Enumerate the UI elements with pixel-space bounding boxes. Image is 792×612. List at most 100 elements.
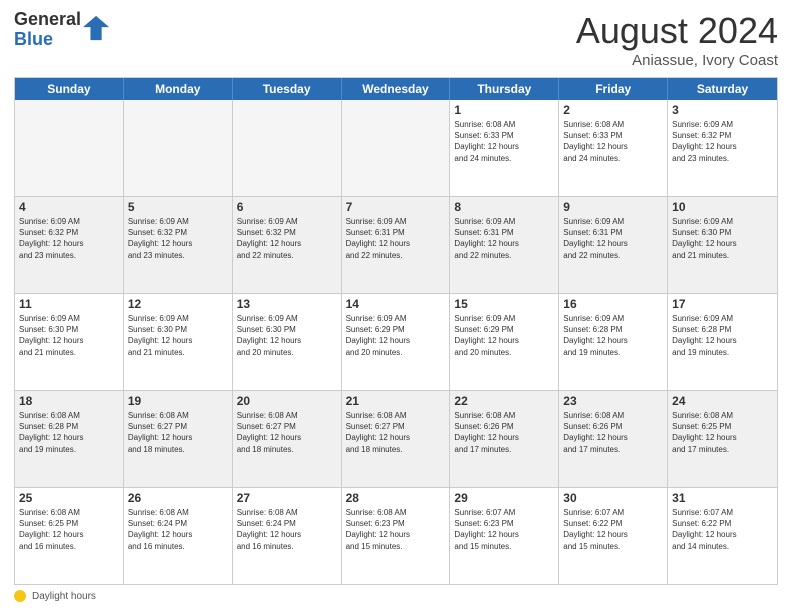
day-number: 2 <box>563 103 663 117</box>
day-number: 10 <box>672 200 773 214</box>
header: General Blue August 2024 Aniassue, Ivory… <box>14 10 778 69</box>
calendar-cell: 13Sunrise: 6:09 AM Sunset: 6:30 PM Dayli… <box>233 294 342 390</box>
logo-icon <box>83 14 111 42</box>
calendar-cell: 1Sunrise: 6:08 AM Sunset: 6:33 PM Daylig… <box>450 100 559 196</box>
calendar-row: 1 Sunrise: 6:08 AM Sunset: 6:33 PM Daylig… <box>15 100 777 197</box>
calendar: SundayMondayTuesdayWednesdayThursdayFrid… <box>14 77 778 585</box>
day-number: 19 <box>128 394 228 408</box>
calendar-cell: 11Sunrise: 6:09 AM Sunset: 6:30 PM Dayli… <box>15 294 124 390</box>
day-number: 24 <box>672 394 773 408</box>
logo-blue: Blue <box>14 30 81 50</box>
header-day: Saturday <box>668 78 777 100</box>
day-number: 20 <box>237 394 337 408</box>
calendar-cell: 29 Sunrise: 6:07 AM Sunset: 6:23 PM Dayli… <box>450 488 559 584</box>
day-number: 5 <box>128 200 228 214</box>
day-number: 29 <box>454 491 554 505</box>
calendar-cell: 14 Sunrise: 6:09 AM Sunset: 6:29 PM Dayli… <box>342 294 451 390</box>
day-number: 30 <box>563 491 663 505</box>
calendar-cell: 16 Sunrise: 6:09 AM Sunset: 6:28 PM Dayli… <box>559 294 668 390</box>
day-number: 25 <box>19 491 119 505</box>
day-number: 28 <box>346 491 446 505</box>
day-info: Sunrise: 6:09 AM Sunset: 6:32 PM Dayligh… <box>128 216 228 261</box>
header-day: Monday <box>124 78 233 100</box>
day-number: 11 <box>19 297 119 311</box>
day-info: Sunrise: 6:09 AM Sunset: 6:32 PM Dayligh… <box>237 216 337 261</box>
day-number: 8 <box>454 200 554 214</box>
calendar-cell: 3 Sunrise: 6:09 AM Sunset: 6:32 PM Daylig… <box>668 100 777 196</box>
day-info: Sunrise: 6:07 AM Sunset: 6:22 PM Dayligh… <box>563 507 663 552</box>
calendar-cell: 25 Sunrise: 6:08 AM Sunset: 6:25 PM Dayli… <box>15 488 124 584</box>
day-info: Sunrise: 6:07 AM Sunset: 6:23 PM Dayligh… <box>454 507 554 552</box>
logo-general: General <box>14 10 81 30</box>
day-info: Sunrise: 6:09 AM Sunset: 6:30 PM Dayligh… <box>672 216 773 261</box>
day-number: 18 <box>19 394 119 408</box>
sun-icon <box>14 590 26 602</box>
calendar-cell: 18Sunrise: 6:08 AM Sunset: 6:28 PM Dayli… <box>15 391 124 487</box>
calendar-cell: 22 Sunrise: 6:08 AM Sunset: 6:26 PM Dayli… <box>450 391 559 487</box>
day-number: 17 <box>672 297 773 311</box>
header-day: Tuesday <box>233 78 342 100</box>
day-number: 23 <box>563 394 663 408</box>
header-day: Friday <box>559 78 668 100</box>
day-number: 3 <box>672 103 773 117</box>
day-info: Sunrise: 6:08 AM Sunset: 6:25 PM Dayligh… <box>672 410 773 455</box>
day-info: Sunrise: 6:09 AM Sunset: 6:30 PM Dayligh… <box>128 313 228 358</box>
logo: General Blue <box>14 10 111 50</box>
day-info: Sunrise: 6:09 AM Sunset: 6:30 PM Dayligh… <box>237 313 337 358</box>
calendar-cell: 30 Sunrise: 6:07 AM Sunset: 6:22 PM Dayli… <box>559 488 668 584</box>
day-info: Sunrise: 6:08 AM Sunset: 6:33 PM Dayligh… <box>563 119 663 164</box>
calendar-cell: 8 Sunrise: 6:09 AM Sunset: 6:31 PM Daylig… <box>450 197 559 293</box>
calendar-cell: 7Sunrise: 6:09 AM Sunset: 6:31 PM Daylig… <box>342 197 451 293</box>
day-info: Sunrise: 6:09 AM Sunset: 6:28 PM Dayligh… <box>563 313 663 358</box>
day-number: 6 <box>237 200 337 214</box>
day-info: Sunrise: 6:08 AM Sunset: 6:27 PM Dayligh… <box>346 410 446 455</box>
calendar-cell: 5 Sunrise: 6:09 AM Sunset: 6:32 PM Daylig… <box>124 197 233 293</box>
calendar-cell <box>233 100 342 196</box>
day-number: 16 <box>563 297 663 311</box>
calendar-row: 11 Sunrise: 6:09 AM Sunset: 6:30 PM Dayli… <box>15 294 777 391</box>
footer-text: Daylight hours <box>32 591 96 602</box>
calendar-row: 4 Sunrise: 6:09 AM Sunset: 6:32 PM Daylig… <box>15 197 777 294</box>
day-info: Sunrise: 6:07 AM Sunset: 6:22 PM Dayligh… <box>672 507 773 552</box>
calendar-row: 18Sunrise: 6:08 AM Sunset: 6:28 PM Dayli… <box>15 391 777 488</box>
calendar-cell: 19Sunrise: 6:08 AM Sunset: 6:27 PM Dayli… <box>124 391 233 487</box>
calendar-cell: 20 Sunrise: 6:08 AM Sunset: 6:27 PM Dayli… <box>233 391 342 487</box>
day-number: 15 <box>454 297 554 311</box>
day-info: Sunrise: 6:09 AM Sunset: 6:32 PM Dayligh… <box>672 119 773 164</box>
calendar-cell: 21 Sunrise: 6:08 AM Sunset: 6:27 PM Dayli… <box>342 391 451 487</box>
day-info: Sunrise: 6:09 AM Sunset: 6:29 PM Dayligh… <box>346 313 446 358</box>
day-number: 26 <box>128 491 228 505</box>
calendar-row: 25 Sunrise: 6:08 AM Sunset: 6:25 PM Dayli… <box>15 488 777 584</box>
day-number: 21 <box>346 394 446 408</box>
calendar-cell: 10 Sunrise: 6:09 AM Sunset: 6:30 PM Dayli… <box>668 197 777 293</box>
day-info: Sunrise: 6:09 AM Sunset: 6:31 PM Dayligh… <box>563 216 663 261</box>
day-number: 4 <box>19 200 119 214</box>
day-info: Sunrise: 6:09 AM Sunset: 6:29 PM Dayligh… <box>454 313 554 358</box>
day-info: Sunrise: 6:08 AM Sunset: 6:26 PM Dayligh… <box>454 410 554 455</box>
header-day: Sunday <box>15 78 124 100</box>
day-info: Sunrise: 6:09 AM Sunset: 6:31 PM Dayligh… <box>346 216 446 261</box>
day-info: Sunrise: 6:08 AM Sunset: 6:23 PM Dayligh… <box>346 507 446 552</box>
calendar-cell <box>15 100 124 196</box>
calendar-cell: 9Sunrise: 6:09 AM Sunset: 6:31 PM Daylig… <box>559 197 668 293</box>
footer: Daylight hours <box>14 590 778 602</box>
day-number: 27 <box>237 491 337 505</box>
calendar-cell: 15 Sunrise: 6:09 AM Sunset: 6:29 PM Dayli… <box>450 294 559 390</box>
month-title: August 2024 <box>576 10 778 52</box>
calendar-cell: 4 Sunrise: 6:09 AM Sunset: 6:32 PM Daylig… <box>15 197 124 293</box>
day-number: 14 <box>346 297 446 311</box>
day-info: Sunrise: 6:08 AM Sunset: 6:25 PM Dayligh… <box>19 507 119 552</box>
calendar-cell: 2 Sunrise: 6:08 AM Sunset: 6:33 PM Daylig… <box>559 100 668 196</box>
day-info: Sunrise: 6:09 AM Sunset: 6:31 PM Dayligh… <box>454 216 554 261</box>
day-info: Sunrise: 6:08 AM Sunset: 6:26 PM Dayligh… <box>563 410 663 455</box>
calendar-cell <box>342 100 451 196</box>
day-info: Sunrise: 6:08 AM Sunset: 6:27 PM Dayligh… <box>237 410 337 455</box>
day-number: 1 <box>454 103 554 117</box>
calendar-cell: 27Sunrise: 6:08 AM Sunset: 6:24 PM Dayli… <box>233 488 342 584</box>
day-info: Sunrise: 6:09 AM Sunset: 6:32 PM Dayligh… <box>19 216 119 261</box>
day-number: 22 <box>454 394 554 408</box>
calendar-cell: 31Sunrise: 6:07 AM Sunset: 6:22 PM Dayli… <box>668 488 777 584</box>
calendar-header: SundayMondayTuesdayWednesdayThursdayFrid… <box>15 78 777 100</box>
title-block: August 2024 Aniassue, Ivory Coast <box>576 10 778 69</box>
calendar-cell: 26Sunrise: 6:08 AM Sunset: 6:24 PM Dayli… <box>124 488 233 584</box>
